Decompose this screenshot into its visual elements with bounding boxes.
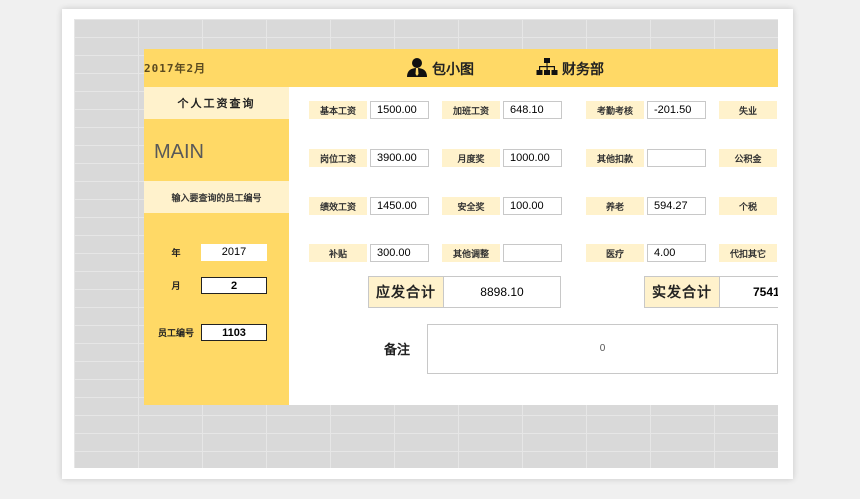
salary-details: 基本工资 1500.00 岗位工资 3900.00 绩效工资 1450.00 补… <box>289 87 778 405</box>
field-value[interactable]: 3900.00 <box>370 149 429 167</box>
month-row: 月 2 <box>144 275 289 297</box>
field-label: 考勤考核 <box>586 101 644 119</box>
field-label: 公积金 <box>719 149 777 167</box>
field-value[interactable]: 594.27 <box>647 197 706 215</box>
year-input[interactable]: 2017 <box>201 244 267 261</box>
field-value[interactable] <box>647 149 706 167</box>
field-value[interactable]: -201.50 <box>647 101 706 119</box>
field-label: 其他扣款 <box>586 149 644 167</box>
field-value[interactable]: 1000.00 <box>503 149 562 167</box>
year-month-title: 2017年2月 <box>144 62 207 75</box>
month-input[interactable]: 2 <box>201 277 267 294</box>
field-label: 基本工资 <box>309 101 367 119</box>
field-label: 养老 <box>586 197 644 215</box>
org-chart-icon <box>536 57 558 81</box>
field-value[interactable]: 648.10 <box>503 101 562 119</box>
field-value[interactable]: 100.00 <box>503 197 562 215</box>
employee-id-label: 员工编号 <box>157 329 194 339</box>
department-info: 财务部 <box>536 57 604 81</box>
header-bar: 2017年2月 包小图 财务部 <box>144 49 778 87</box>
user-name: 包小图 <box>432 62 474 78</box>
gross-total-value[interactable]: 8898.10 <box>443 277 560 307</box>
month-label: 月 <box>171 282 181 292</box>
year-row: 年 2017 <box>144 242 289 264</box>
remark-field[interactable]: 0 <box>427 324 778 374</box>
field-label: 个税 <box>719 197 777 215</box>
employee-id-row: 员工编号 1103 <box>144 322 289 344</box>
field-label: 岗位工资 <box>309 149 367 167</box>
sidebar: 个人工资查询 MAIN 输入要查询的员工编号 年 2017 月 2 员工编号 1… <box>144 87 289 405</box>
net-total-label: 实发合计 <box>645 277 719 307</box>
net-total: 实发合计 7541 <box>644 276 778 308</box>
field-label: 失业 <box>719 101 777 119</box>
main-label[interactable]: MAIN <box>154 141 204 164</box>
field-label: 绩效工资 <box>309 197 367 215</box>
department-name: 财务部 <box>562 62 604 78</box>
field-label: 代扣其它 <box>719 244 777 262</box>
net-total-value[interactable]: 7541 <box>719 277 778 307</box>
field-label: 补贴 <box>309 244 367 262</box>
field-label: 安全奖 <box>442 197 500 215</box>
user-icon <box>406 57 428 81</box>
employee-id-input[interactable]: 1103 <box>201 324 267 341</box>
gross-total: 应发合计 8898.10 <box>368 276 561 308</box>
year-label: 年 <box>171 249 181 259</box>
field-value[interactable]: 1450.00 <box>370 197 429 215</box>
field-value[interactable]: 1500.00 <box>370 101 429 119</box>
gross-total-label: 应发合计 <box>369 277 443 307</box>
sidebar-title: 个人工资查询 <box>144 87 289 119</box>
field-label: 月度奖 <box>442 149 500 167</box>
field-label: 医疗 <box>586 244 644 262</box>
sidebar-hint: 输入要查询的员工编号 <box>144 181 289 213</box>
field-value[interactable]: 4.00 <box>647 244 706 262</box>
user-info: 包小图 <box>406 57 474 81</box>
field-value[interactable] <box>503 244 562 262</box>
field-value[interactable]: 300.00 <box>370 244 429 262</box>
field-label: 加班工资 <box>442 101 500 119</box>
remark-label: 备注 <box>384 343 411 358</box>
field-label: 其他调整 <box>442 244 500 262</box>
